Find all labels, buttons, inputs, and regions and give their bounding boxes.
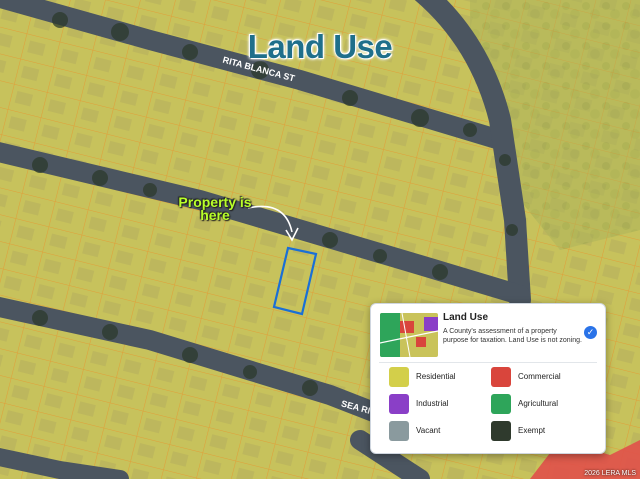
legend-label: Vacant [416,426,441,435]
layer-thumbnail[interactable] [380,313,438,357]
exempt-swatch-icon [491,421,511,441]
legend-description: A County's assessment of a property purp… [443,328,582,344]
legend-label: Commercial [518,372,561,381]
industrial-swatch-icon [389,394,409,414]
legend-label: Industrial [416,399,449,408]
layer-checked-icon[interactable]: ✓ [584,326,597,339]
legend-divider [379,362,597,363]
commercial-swatch-icon [491,367,511,387]
legend-label: Agricultural [518,399,559,408]
land-use-legend-panel: Land Use A County's assessment of a prop… [370,303,606,454]
legend-title: Land Use [443,312,489,323]
legend-label: Residential [416,372,456,381]
agricultural-swatch-icon [491,394,511,414]
annotation-line-2: here [200,207,230,223]
residential-swatch-icon [389,367,409,387]
map-title: Land Use [247,28,393,65]
vacant-swatch-icon [389,421,409,441]
map-credit: 2026 LERA MLS [584,470,636,477]
property-annotation: Property is here [160,195,270,223]
legend-label: Exempt [518,426,546,435]
